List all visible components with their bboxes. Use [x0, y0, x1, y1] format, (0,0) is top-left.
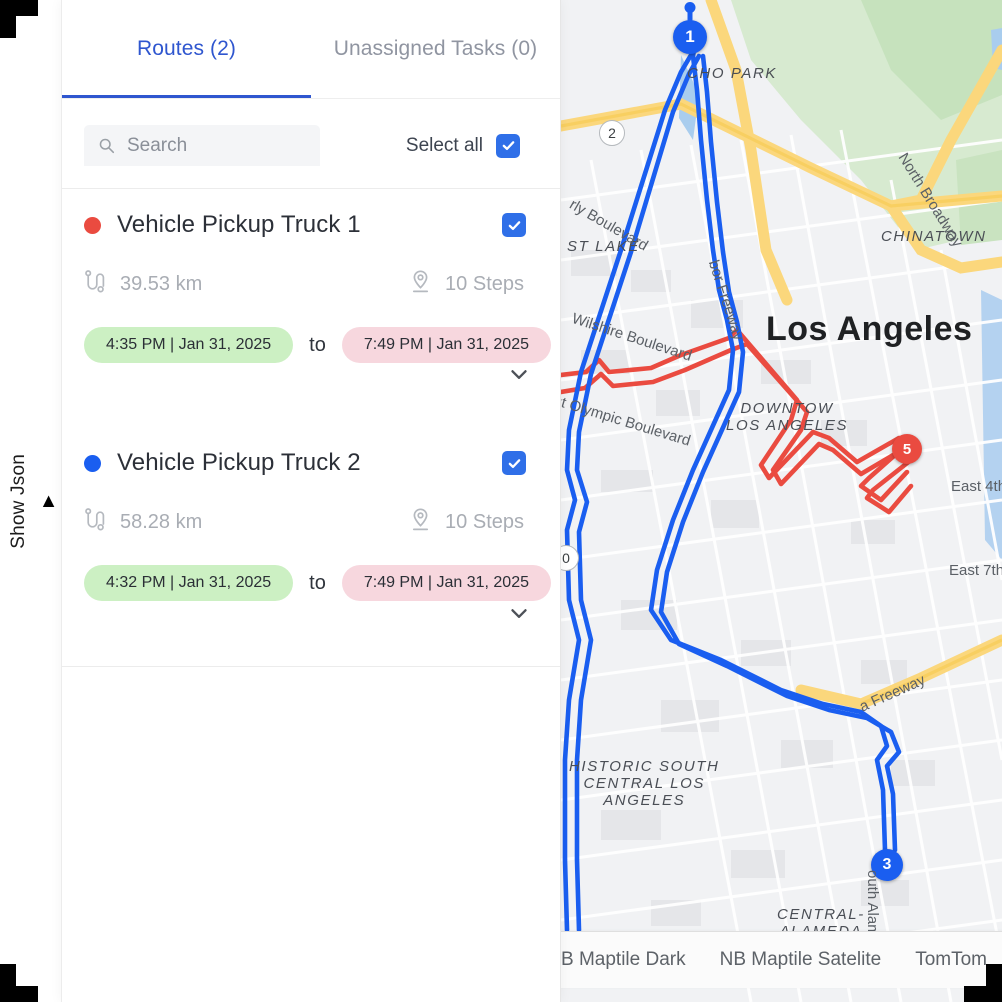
select-all-checkbox[interactable] — [496, 133, 520, 158]
route-end-time-badge: 7:49 PM | Jan 31, 2025 — [341, 565, 551, 601]
route-distance: 58.28 km — [84, 507, 203, 537]
map-style-maptile-dark[interactable]: B Maptile Dark — [561, 949, 686, 971]
map-pin-icon — [410, 269, 431, 299]
route-time-row: 4:35 PM | Jan 31, 2025 to 7:49 PM | Jan … — [84, 327, 551, 363]
route-title: Vehicle Pickup Truck 2 — [117, 449, 361, 476]
left-rail: Show Json ▶ — [0, 0, 61, 1002]
search-box[interactable] — [84, 125, 320, 166]
map-canvas[interactable]: 1 5 3 2 0 Los Angeles CHO PARK CHINATOWN… — [561, 0, 1002, 1002]
search-icon — [98, 137, 115, 154]
route-steps-text: 10 Steps — [445, 510, 524, 533]
select-all-label: Select all — [405, 134, 483, 156]
route-header-row: Vehicle Pickup Truck 2 — [84, 449, 538, 477]
routes-panel: Routes (2) Unassigned Tasks (0) Select a… — [61, 0, 561, 1002]
route-color-dot — [84, 454, 101, 472]
route-list: Vehicle Pickup Truck 1 39.53 km 10 Steps… — [62, 188, 560, 1002]
route-to-label: to — [309, 571, 326, 594]
route-time-row: 4:32 PM | Jan 31, 2025 to 7:49 PM | Jan … — [84, 565, 551, 601]
route-start-time-badge: 4:32 PM | Jan 31, 2025 — [84, 565, 294, 601]
route-start-time-badge: 4:35 PM | Jan 31, 2025 — [84, 327, 294, 363]
map-marker-1[interactable]: 1 — [673, 2, 707, 54]
map-tiles — [561, 0, 1002, 1002]
crop-mark-bottom-right-vertical — [986, 964, 1002, 1002]
show-json-toggle[interactable]: Show Json ▶ — [7, 453, 56, 549]
search-input[interactable] — [127, 134, 306, 157]
route-checkbox[interactable] — [502, 213, 526, 237]
select-all-control[interactable]: Select all — [405, 133, 538, 158]
chevron-down-icon[interactable] — [506, 600, 532, 626]
route-path-icon — [84, 269, 106, 299]
map-style-tomtom[interactable]: TomTom — [915, 949, 987, 971]
route-distance: 39.53 km — [84, 269, 203, 299]
map-marker-1-label: 1 — [685, 27, 695, 46]
route-meta-row: 39.53 km 10 Steps — [84, 269, 538, 299]
route-card[interactable]: Vehicle Pickup Truck 2 58.28 km 10 Steps… — [62, 427, 560, 667]
tab-routes[interactable]: Routes (2) — [62, 0, 311, 98]
app-root: Show Json ▶ Routes (2) Unassigned Tasks … — [0, 0, 1002, 1002]
triangle-right-icon: ▶ — [38, 495, 56, 507]
highway-shield-2: 2 — [599, 120, 625, 146]
highway-shield-2-label: 2 — [608, 125, 616, 141]
tab-routes-label: Routes (2) — [136, 37, 237, 60]
route-steps-text: 10 Steps — [445, 272, 524, 295]
crop-mark-bottom-left-vertical — [0, 964, 16, 1002]
map-marker-5[interactable]: 5 — [892, 434, 922, 464]
route-to-label: to — [309, 333, 326, 356]
search-row: Select all — [62, 99, 560, 188]
route-title: Vehicle Pickup Truck 1 — [117, 211, 361, 238]
route-steps: 10 Steps — [410, 269, 524, 299]
map-pin-icon — [410, 507, 431, 537]
map-style-maptile-satelite[interactable]: NB Maptile Satelite — [720, 949, 882, 971]
map-marker-3-label: 3 — [882, 856, 892, 873]
tab-unassigned-tasks-label: Unassigned Tasks (0) — [333, 37, 538, 60]
show-json-label: Show Json — [7, 453, 29, 549]
route-distance-text: 39.53 km — [120, 272, 203, 295]
route-path-icon — [84, 507, 106, 537]
route-end-time-badge: 7:49 PM | Jan 31, 2025 — [341, 327, 551, 363]
map-marker-5-label: 5 — [902, 440, 912, 458]
route-color-dot — [84, 216, 101, 234]
map-style-bar: B Maptile Dark NB Maptile Satelite TomTo… — [561, 932, 1002, 988]
map-marker-3[interactable]: 3 — [871, 849, 903, 881]
route-card[interactable]: Vehicle Pickup Truck 1 39.53 km 10 Steps… — [62, 188, 560, 428]
tab-unassigned-tasks[interactable]: Unassigned Tasks (0) — [311, 0, 560, 98]
route-steps: 10 Steps — [410, 507, 524, 537]
route-checkbox[interactable] — [502, 451, 526, 475]
route-header-row: Vehicle Pickup Truck 1 — [84, 211, 538, 239]
panel-tabs: Routes (2) Unassigned Tasks (0) — [62, 0, 560, 98]
highway-shield-0-label: 0 — [562, 550, 570, 566]
route-distance-text: 58.28 km — [120, 510, 203, 533]
route-meta-row: 58.28 km 10 Steps — [84, 507, 538, 537]
crop-mark-top-left-vertical — [0, 0, 16, 38]
chevron-down-icon[interactable] — [506, 361, 532, 387]
